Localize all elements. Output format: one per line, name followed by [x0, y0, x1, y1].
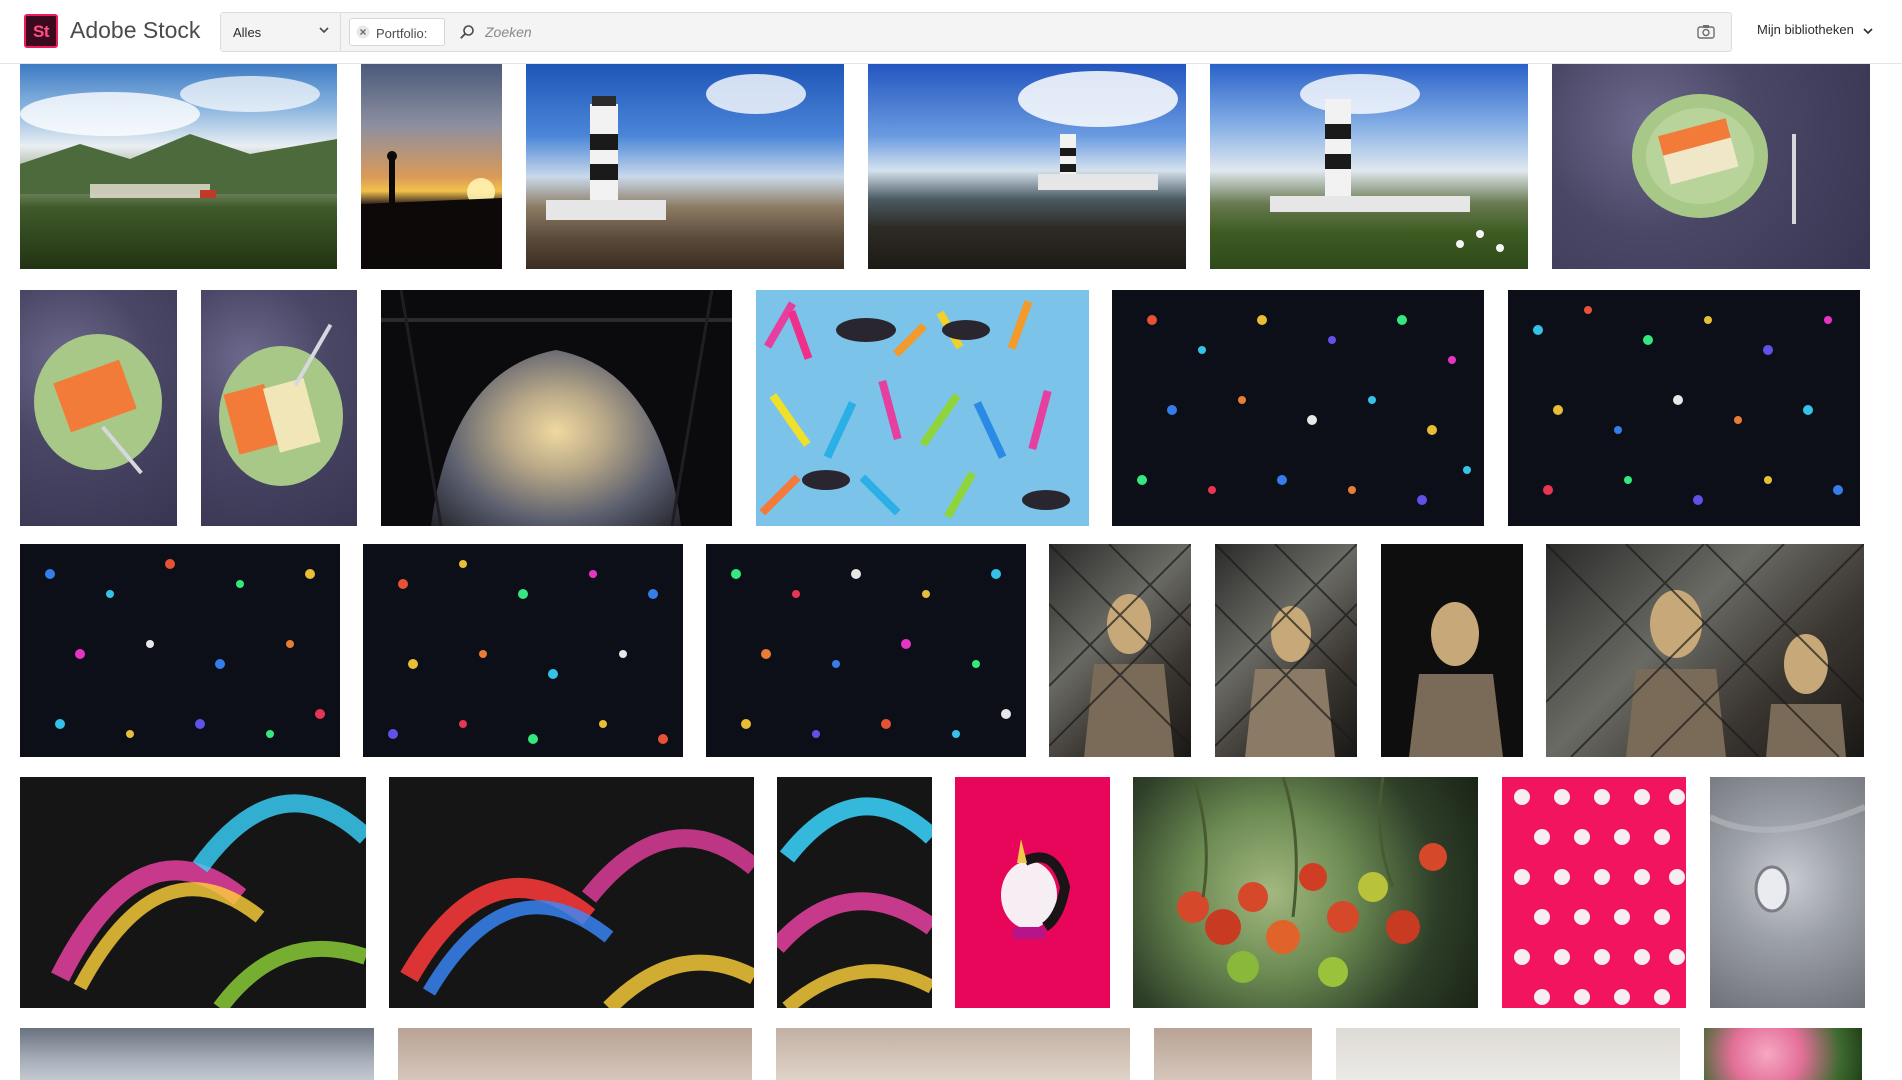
- adobe-stock-logo[interactable]: St: [24, 14, 58, 48]
- result-thumbnail[interactable]: [1215, 544, 1357, 757]
- thumbnail-image: [1546, 544, 1864, 757]
- thumbnail-image: [381, 290, 732, 526]
- top-bar: St Adobe Stock Alles Portfolio: Mijn bib…: [0, 0, 1902, 64]
- result-thumbnail[interactable]: [1049, 544, 1191, 757]
- result-thumbnail[interactable]: [20, 1028, 374, 1080]
- thumbnail-image: [1270, 74, 1504, 252]
- thumbnail-image: [1215, 544, 1357, 757]
- result-thumbnail[interactable]: [1112, 290, 1484, 526]
- thumbnail-image: [1514, 789, 1685, 1005]
- result-thumbnail[interactable]: [1154, 1028, 1312, 1080]
- thumbnail-image: [1177, 777, 1447, 987]
- portfolio-filter-chip: Portfolio:: [349, 18, 445, 46]
- result-thumbnail[interactable]: [1381, 544, 1523, 757]
- thumbnail-image: [400, 829, 754, 1008]
- result-thumbnail[interactable]: [381, 290, 732, 526]
- result-thumbnail[interactable]: [398, 1028, 752, 1080]
- thumbnail-image: [731, 569, 1011, 738]
- result-thumbnail[interactable]: [776, 1028, 1130, 1080]
- portfolio-filter-label: Portfolio:: [376, 26, 428, 41]
- close-icon[interactable]: [356, 25, 370, 39]
- result-thumbnail[interactable]: [1508, 290, 1860, 526]
- result-thumbnail[interactable]: [706, 544, 1026, 757]
- thumbnail-image: [546, 74, 806, 220]
- content-type-selected: Alles: [233, 25, 262, 40]
- thumbnail-image: [361, 151, 502, 269]
- my-libraries-menu[interactable]: Mijn bibliotheken: [1757, 22, 1854, 37]
- result-thumbnail[interactable]: [20, 290, 177, 526]
- search-bar: Alles Portfolio:: [220, 12, 1732, 52]
- thumbnail-image: [45, 559, 325, 738]
- brand-name[interactable]: Adobe Stock: [70, 17, 200, 44]
- result-thumbnail[interactable]: [361, 64, 502, 269]
- logo-text: St: [33, 22, 50, 41]
- thumbnail-image: [759, 300, 1070, 519]
- result-thumbnail[interactable]: [777, 777, 932, 1008]
- thumbnail-image: [51, 794, 366, 1008]
- result-thumbnail[interactable]: [868, 64, 1186, 269]
- result-thumbnail[interactable]: [20, 64, 337, 269]
- chevron-down-icon: [319, 27, 329, 34]
- thumbnail-image: [1533, 306, 1843, 505]
- thumbnail-image: [1632, 94, 1796, 224]
- result-thumbnail[interactable]: [1704, 1028, 1862, 1080]
- thumbnail-image: [388, 560, 668, 744]
- thumbnail-image: [1137, 315, 1471, 505]
- thumbnail-image: [1381, 544, 1523, 757]
- chevron-down-icon[interactable]: [1862, 25, 1874, 37]
- thumbnail-image: [777, 797, 932, 1008]
- thumbnail-image: [34, 334, 162, 475]
- result-thumbnail[interactable]: [389, 777, 754, 1008]
- result-thumbnail[interactable]: [1502, 777, 1686, 1008]
- result-thumbnail[interactable]: [955, 777, 1110, 1008]
- result-thumbnail[interactable]: [1710, 777, 1865, 1008]
- result-thumbnail[interactable]: [756, 290, 1089, 526]
- result-thumbnail[interactable]: [1552, 64, 1870, 269]
- result-thumbnail[interactable]: [20, 777, 366, 1008]
- result-thumbnail[interactable]: [1210, 64, 1528, 269]
- result-thumbnail[interactable]: [526, 64, 844, 269]
- camera-icon[interactable]: [1697, 24, 1715, 40]
- search-icon[interactable]: [459, 24, 475, 40]
- thumbnail-image: [20, 76, 337, 198]
- result-thumbnail[interactable]: [1133, 777, 1478, 1008]
- search-input[interactable]: [485, 21, 1665, 43]
- thumbnail-image: [1049, 544, 1191, 757]
- result-thumbnail[interactable]: [1336, 1028, 1680, 1080]
- result-thumbnail[interactable]: [1546, 544, 1864, 757]
- result-thumbnail[interactable]: [363, 544, 683, 757]
- thumbnail-image: [1710, 804, 1865, 913]
- result-thumbnail[interactable]: [201, 290, 357, 526]
- content-type-dropdown[interactable]: Alles: [221, 13, 341, 51]
- thumbnail-image: [219, 323, 343, 486]
- thumbnail-image: [1001, 839, 1071, 939]
- result-thumbnail[interactable]: [20, 544, 340, 757]
- thumbnail-image: [1018, 71, 1178, 190]
